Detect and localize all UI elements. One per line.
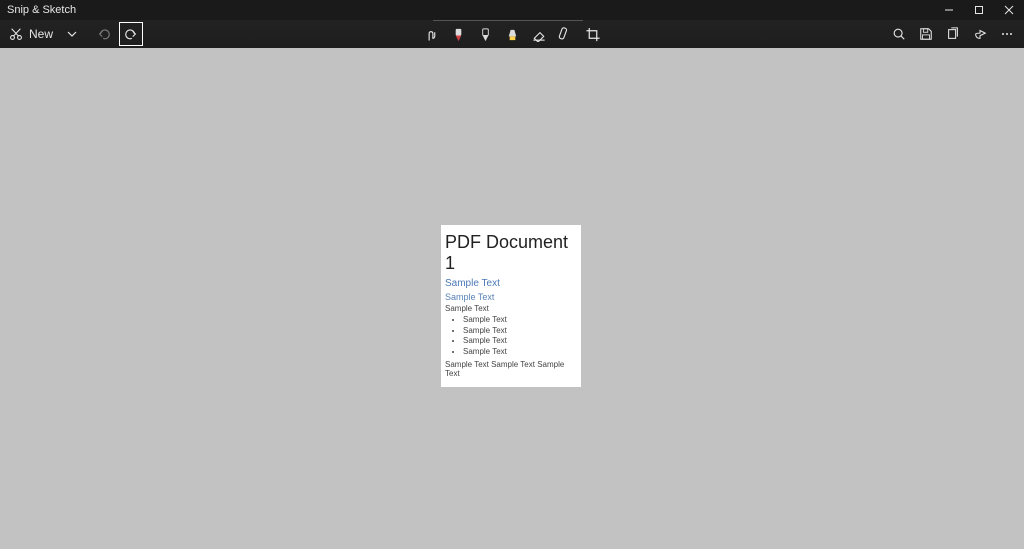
zoom-button[interactable] — [885, 20, 912, 48]
list-item: Sample Text — [463, 336, 581, 347]
close-icon — [1004, 5, 1014, 15]
minimize-icon — [944, 5, 954, 15]
pencil-button[interactable] — [472, 20, 499, 48]
touch-writing-icon — [424, 27, 439, 42]
copy-icon — [946, 27, 960, 41]
redo-icon — [124, 27, 138, 41]
toolbar: New — [0, 20, 1024, 48]
heading-3: Sample Text — [441, 303, 581, 314]
redo-button[interactable] — [119, 22, 143, 46]
more-button[interactable] — [993, 20, 1020, 48]
new-button[interactable]: New — [0, 20, 62, 48]
zoom-icon — [892, 27, 906, 41]
list-item: Sample Text — [463, 347, 581, 358]
new-button-label: New — [29, 27, 53, 41]
ruler-icon — [559, 27, 574, 42]
list-item: Sample Text — [463, 315, 581, 326]
touch-writing-button[interactable] — [418, 20, 445, 48]
close-button[interactable] — [994, 0, 1024, 20]
minimize-button[interactable] — [934, 0, 964, 20]
highlighter-icon — [505, 27, 519, 42]
crop-icon — [586, 27, 601, 42]
save-icon — [919, 27, 933, 41]
app-title: Snip & Sketch — [7, 4, 76, 16]
undo-icon — [97, 27, 111, 41]
canvas-area[interactable]: PDF Document 1 Sample Text Sample Text S… — [0, 48, 1024, 549]
heading-2: Sample Text — [441, 291, 581, 303]
maximize-button[interactable] — [964, 0, 994, 20]
highlighter-button[interactable] — [499, 20, 526, 48]
share-button[interactable] — [966, 20, 993, 48]
ballpoint-pen-button[interactable] — [445, 20, 472, 48]
ruler-button[interactable] — [553, 20, 580, 48]
more-icon — [1000, 27, 1014, 41]
document-title: PDF Document 1 — [441, 232, 581, 277]
save-button[interactable] — [912, 20, 939, 48]
undo-button[interactable] — [90, 20, 117, 48]
chevron-down-icon — [67, 29, 77, 39]
eraser-icon — [532, 27, 547, 42]
toolbar-left: New — [0, 20, 143, 48]
list-item: Sample Text — [463, 326, 581, 337]
share-icon — [973, 27, 987, 41]
pencil-icon — [478, 27, 492, 42]
new-dropdown-button[interactable] — [62, 20, 82, 48]
bullet-list: Sample Text Sample Text Sample Text Samp… — [441, 315, 581, 357]
copy-button[interactable] — [939, 20, 966, 48]
snip-icon — [9, 27, 23, 41]
toolbar-right — [885, 20, 1020, 48]
toolbar-center — [418, 20, 607, 48]
maximize-icon — [974, 5, 984, 15]
snipped-content: PDF Document 1 Sample Text Sample Text S… — [441, 225, 581, 387]
eraser-button[interactable] — [526, 20, 553, 48]
crop-button[interactable] — [580, 20, 607, 48]
footer-text: Sample Text Sample Text Sample Text — [441, 357, 581, 378]
heading-1: Sample Text — [441, 277, 581, 291]
ballpoint-pen-icon — [451, 27, 465, 42]
title-bar: Snip & Sketch — [0, 0, 1024, 20]
window-controls — [934, 0, 1024, 20]
